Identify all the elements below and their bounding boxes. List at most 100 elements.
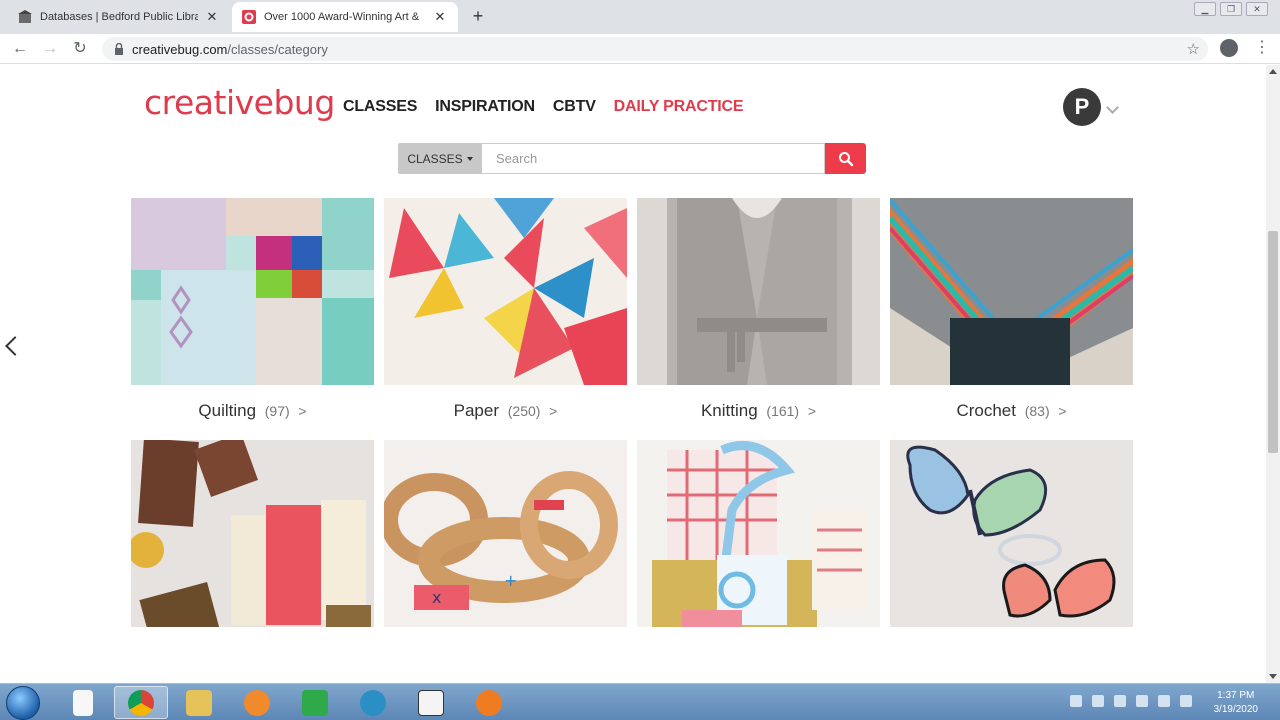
chrome-profile-icon[interactable] — [1220, 39, 1238, 57]
browser-tab-bar: Databases | Bedford Public Libra ✕ Over … — [0, 0, 1280, 34]
gift-wrap-image — [637, 440, 880, 627]
taskbar-blank-document-icon[interactable] — [56, 686, 110, 719]
category-count: (83) — [1024, 403, 1050, 419]
address-bar[interactable]: creativebug.com/classes/category ☆ — [102, 37, 1208, 61]
back-arrow-icon[interactable]: ← — [10, 39, 30, 59]
creativebug-favicon-icon — [242, 10, 256, 24]
caret-down-icon — [466, 156, 473, 161]
chevron-right-icon: > — [807, 403, 817, 419]
category-name: Paper — [453, 401, 500, 420]
taskbar-chrome-icon[interactable] — [114, 686, 168, 719]
forward-arrow-icon[interactable]: → — [40, 39, 60, 59]
category-count: (161) — [766, 403, 800, 419]
category-card-crochet[interactable]: Crochet (83) > — [890, 198, 1133, 421]
nav-inspiration[interactable]: INSPIRATION — [435, 98, 535, 116]
category-caption[interactable]: Knitting (161) > — [637, 401, 880, 421]
taskbar-clock[interactable]: 1:37 PM 3/19/2020 — [1214, 689, 1259, 717]
bookmark-star-icon[interactable]: ☆ — [1187, 40, 1200, 58]
tab-title: Over 1000 Award-Winning Art & — [264, 11, 420, 23]
category-caption[interactable]: Crochet (83) > — [890, 401, 1133, 421]
window-controls: ▁ ❐ ✕ — [1194, 2, 1268, 16]
paper-image — [384, 198, 627, 385]
windows-start-button-icon[interactable] — [6, 686, 40, 720]
main-nav: CLASSES INSPIRATION CBTV DAILY PRACTICE — [343, 98, 744, 116]
category-name: Crochet — [956, 401, 1016, 420]
nav-cbtv[interactable]: CBTV — [553, 98, 596, 116]
knitting-image — [637, 198, 880, 385]
category-name: Quilting — [198, 401, 257, 420]
chevron-right-icon: > — [298, 403, 307, 419]
nav-daily-practice[interactable]: DAILY PRACTICE — [614, 98, 744, 116]
taskbar-chart-app-icon[interactable] — [288, 686, 342, 719]
taskbar-media-player-icon[interactable] — [230, 686, 284, 719]
chocolate-image — [131, 440, 374, 627]
svg-text:+: + — [504, 571, 517, 590]
action-center-flag-icon[interactable] — [1158, 695, 1170, 707]
chevron-down-icon[interactable] — [1106, 101, 1119, 114]
taskbar-vnc-icon[interactable] — [404, 686, 458, 719]
svg-text:x: x — [432, 588, 441, 607]
tab-title: Databases | Bedford Public Libra — [40, 11, 198, 23]
url-host: creativebug.com — [132, 41, 228, 57]
scroll-down-arrow-icon[interactable] — [1269, 674, 1277, 679]
close-window-icon[interactable]: ✕ — [1246, 2, 1268, 16]
tray-expand-icon[interactable] — [1070, 695, 1082, 707]
site-logo[interactable]: creativebug — [144, 83, 335, 122]
user-avatar[interactable]: P — [1063, 88, 1101, 126]
url-path: /classes/category — [227, 41, 328, 57]
library-favicon-icon — [18, 10, 32, 23]
close-icon[interactable]: ✕ — [432, 9, 448, 25]
lock-icon — [115, 43, 123, 55]
category-card-knitting[interactable]: Knitting (161) > — [637, 198, 880, 421]
browser-toolbar: ← → ↻ creativebug.com/classes/category ☆ — [0, 34, 1280, 64]
search-button[interactable] — [825, 143, 866, 174]
chevron-right-icon: > — [1058, 403, 1067, 419]
clock-date: 3/19/2020 — [1213, 704, 1259, 715]
minimize-icon[interactable]: ▁ — [1194, 2, 1216, 16]
new-tab-plus-icon[interactable]: + — [468, 6, 488, 27]
category-card-leather[interactable]: x + — [384, 440, 627, 627]
quilting-image — [131, 198, 374, 385]
signal-strength-icon[interactable] — [1180, 695, 1192, 707]
scrollbar-thumb[interactable] — [1268, 231, 1278, 453]
category-card-paper[interactable]: Paper (250) > — [384, 198, 627, 421]
restore-icon[interactable]: ❐ — [1220, 2, 1242, 16]
device-icon[interactable] — [1136, 695, 1148, 707]
page-content: creativebug CLASSES INSPIRATION CBTV DAI… — [0, 65, 1266, 683]
category-caption[interactable]: Quilting (97) > — [131, 401, 374, 421]
nav-classes[interactable]: CLASSES — [343, 98, 417, 116]
taskbar-vpn-icon[interactable] — [462, 686, 516, 719]
tab-creativebug[interactable]: Over 1000 Award-Winning Art & ✕ — [232, 2, 458, 32]
network-icon[interactable] — [1114, 695, 1126, 707]
system-tray — [1070, 695, 1192, 707]
taskbar-file-explorer-icon[interactable] — [172, 686, 226, 719]
leather-image: x + — [384, 440, 627, 627]
category-count: (97) — [264, 403, 290, 419]
page-scrollbar[interactable] — [1266, 65, 1280, 683]
volume-icon[interactable] — [1092, 695, 1104, 707]
tab-databases[interactable]: Databases | Bedford Public Libra ✕ — [8, 2, 230, 32]
carousel-prev-arrow-icon[interactable] — [5, 336, 25, 356]
category-card-gift-wrap[interactable] — [637, 440, 880, 627]
category-count: (250) — [507, 403, 541, 419]
close-icon[interactable]: ✕ — [204, 9, 220, 25]
category-card-butterfly-rings[interactable] — [890, 440, 1133, 627]
scroll-up-arrow-icon[interactable] — [1269, 69, 1277, 74]
category-card-chocolate[interactable] — [131, 440, 374, 627]
search-icon — [838, 151, 853, 166]
chrome-menu-icon[interactable]: ⋮ — [1254, 38, 1270, 58]
reload-icon[interactable]: ↻ — [70, 39, 90, 59]
search-input[interactable] — [482, 143, 825, 174]
search-category-dropdown[interactable]: CLASSES — [398, 143, 482, 174]
category-card-quilting[interactable]: Quilting (97) > — [131, 198, 374, 421]
search-category-label: CLASSES — [407, 151, 463, 166]
category-name: Knitting — [700, 401, 758, 420]
taskbar-wifi-app-icon[interactable] — [346, 686, 400, 719]
chevron-right-icon: > — [549, 403, 558, 419]
windows-taskbar: 1:37 PM 3/19/2020 — [0, 683, 1280, 720]
crochet-image — [890, 198, 1133, 385]
search-bar: CLASSES — [398, 143, 866, 174]
clock-time: 1:37 PM — [1217, 690, 1255, 701]
category-caption[interactable]: Paper (250) > — [384, 401, 627, 421]
butterfly-rings-image — [890, 440, 1133, 627]
